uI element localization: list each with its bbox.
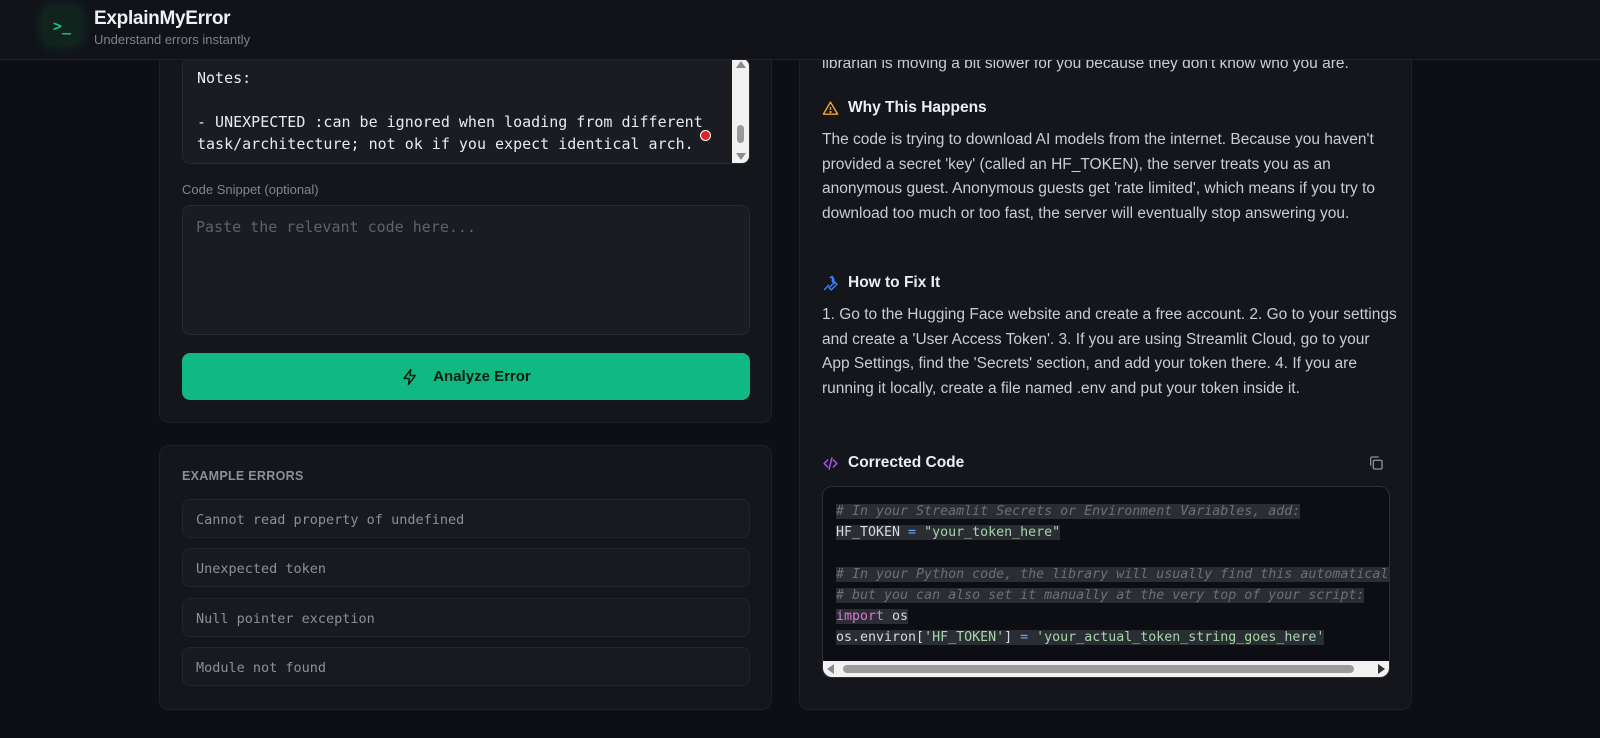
why-happens-text: The code is trying to download AI models… <box>822 131 1376 222</box>
code-string: 'HF_TOKEN' <box>924 630 1005 645</box>
code-horizontal-scrollbar[interactable] <box>823 661 1389 677</box>
code-expression: ] <box>1004 630 1021 645</box>
analyze-error-label: Analyze Error <box>433 368 531 385</box>
recording-indicator-icon <box>700 130 711 141</box>
code-icon <box>823 456 838 470</box>
code-operator: = <box>1020 630 1029 645</box>
analyze-error-button[interactable]: Analyze Error <box>182 353 750 400</box>
how-to-fix-heading: How to Fix It <box>822 274 940 292</box>
code-string: "your_token_here" <box>924 525 1061 540</box>
code-comment-line: # but you can also set it manually at th… <box>836 588 1365 603</box>
corrected-code-heading: Corrected Code <box>822 454 964 472</box>
code-comment-line: # In your Python code, the library will … <box>836 567 1389 582</box>
scroll-thumb[interactable] <box>737 125 744 143</box>
example-error-item[interactable]: Null pointer exception <box>182 598 750 637</box>
code-comment-line: # In your Streamlit Secrets or Environme… <box>836 504 1301 519</box>
terminal-logo-icon: >_ <box>42 6 82 46</box>
scroll-up-arrow-icon[interactable] <box>736 61 746 68</box>
how-to-fix-title: How to Fix It <box>848 274 941 291</box>
code-string: 'your_actual_token_string_goes_here' <box>1028 630 1325 645</box>
code-snippet-label: Code Snippet (optional) <box>182 182 319 197</box>
why-happens-heading: Why This Happens <box>822 99 987 117</box>
code-keyword: import <box>836 609 885 624</box>
error-message-text: Notes: - UNEXPECTED :can be ignored when… <box>197 69 703 153</box>
example-error-item[interactable]: Unexpected token <box>182 548 750 587</box>
example-error-item[interactable]: Cannot read property of undefined <box>182 499 750 538</box>
copy-icon[interactable] <box>1368 455 1384 471</box>
error-message-field[interactable]: Notes: - UNEXPECTED :can be ignored when… <box>182 58 750 164</box>
code-expression: os.environ[ <box>836 630 925 645</box>
code-variable: HF_TOKEN <box>836 525 901 540</box>
scroll-right-arrow-icon[interactable] <box>1378 664 1385 674</box>
warning-icon <box>822 100 839 115</box>
app-title: ExplainMyError <box>94 8 231 29</box>
example-error-item[interactable]: Module not found <box>182 647 750 686</box>
scroll-left-arrow-icon[interactable] <box>827 664 834 674</box>
scroll-down-arrow-icon[interactable] <box>736 153 746 160</box>
why-happens-title: Why This Happens <box>848 99 987 116</box>
code-module: os <box>884 609 909 624</box>
error-field-scrollbar[interactable] <box>732 59 749 163</box>
wrench-icon <box>823 275 838 291</box>
scroll-thumb[interactable] <box>843 665 1354 673</box>
app-subtitle: Understand errors instantly <box>94 32 251 47</box>
corrected-code-title: Corrected Code <box>848 454 965 471</box>
examples-title: EXAMPLE ERRORS <box>182 469 304 483</box>
code-snippet-placeholder: Paste the relevant code here... <box>196 218 476 236</box>
app-header: >_ ExplainMyError Understand errors inst… <box>0 0 1600 60</box>
code-operator: = <box>900 525 925 540</box>
corrected-code-block[interactable]: # In your Streamlit Secrets or Environme… <box>822 486 1390 678</box>
how-to-fix-text: 1. Go to the Hugging Face website and cr… <box>822 306 1397 397</box>
code-snippet-input[interactable]: Paste the relevant code here... <box>182 205 750 335</box>
lightning-icon <box>403 368 417 385</box>
